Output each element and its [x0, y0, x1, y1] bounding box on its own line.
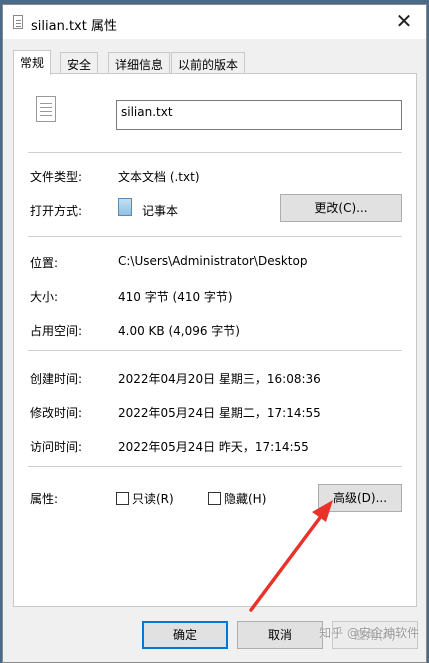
- tab-details[interactable]: 详细信息: [108, 52, 171, 74]
- created-label: 创建时间:: [30, 372, 83, 386]
- tab-security[interactable]: 安全: [60, 52, 99, 74]
- hidden-label[interactable]: 隐藏(H): [224, 490, 266, 507]
- tab-general[interactable]: 常规: [13, 50, 52, 75]
- ok-button[interactable]: 确定: [142, 621, 228, 649]
- location-value: C:\Users\Administrator\Desktop: [118, 254, 308, 268]
- size-on-disk-label: 占用空间:: [30, 324, 83, 338]
- divider: [28, 152, 402, 153]
- size-on-disk-value: 4.00 KB (4,096 字节): [118, 324, 240, 338]
- file-type-value: 文本文档 (.txt): [118, 170, 200, 184]
- general-panel: silian.txt 文件类型: 文本文档 (.txt) 打开方式: 记事本 更…: [13, 73, 417, 607]
- file-type-label: 文件类型:: [30, 170, 83, 184]
- created-value: 2022年04月20日 星期三，16:08:36: [118, 372, 321, 386]
- properties-dialog: silian.txt 属性 ✕ 常规 安全 详细信息 以前的版本 silian.…: [2, 4, 427, 663]
- opens-with-value: 记事本: [142, 204, 179, 218]
- divider: [28, 236, 402, 237]
- change-button[interactable]: 更改(C)...: [280, 194, 402, 222]
- accessed-label: 访问时间:: [30, 440, 83, 454]
- readonly-checkbox[interactable]: [116, 492, 129, 505]
- document-icon: [36, 96, 56, 122]
- modified-value: 2022年05月24日 星期二，17:14:55: [118, 406, 321, 420]
- readonly-label[interactable]: 只读(R): [132, 490, 174, 507]
- size-label: 大小:: [30, 290, 59, 304]
- location-label: 位置:: [30, 256, 59, 270]
- cancel-button[interactable]: 取消: [237, 621, 323, 649]
- modified-label: 修改时间:: [30, 406, 83, 420]
- divider: [28, 350, 402, 351]
- watermark: 知乎 @安企神软件: [319, 626, 419, 640]
- opens-with-label: 打开方式:: [30, 204, 83, 218]
- file-name-input[interactable]: silian.txt: [116, 100, 402, 130]
- close-button[interactable]: ✕: [390, 11, 418, 33]
- text-file-icon: [13, 15, 23, 29]
- divider: [28, 466, 402, 467]
- hidden-checkbox[interactable]: [208, 492, 221, 505]
- title-bar[interactable]: silian.txt 属性 ✕: [3, 5, 426, 39]
- window-title: silian.txt 属性: [31, 19, 117, 34]
- advanced-button[interactable]: 高级(D)...: [318, 484, 402, 512]
- attributes-label: 属性:: [30, 492, 59, 506]
- accessed-value: 2022年05月24日 昨天，17:14:55: [118, 440, 309, 454]
- tab-previous-versions[interactable]: 以前的版本: [171, 52, 246, 74]
- size-value: 410 字节 (410 字节): [118, 290, 233, 304]
- notepad-icon: [118, 198, 132, 216]
